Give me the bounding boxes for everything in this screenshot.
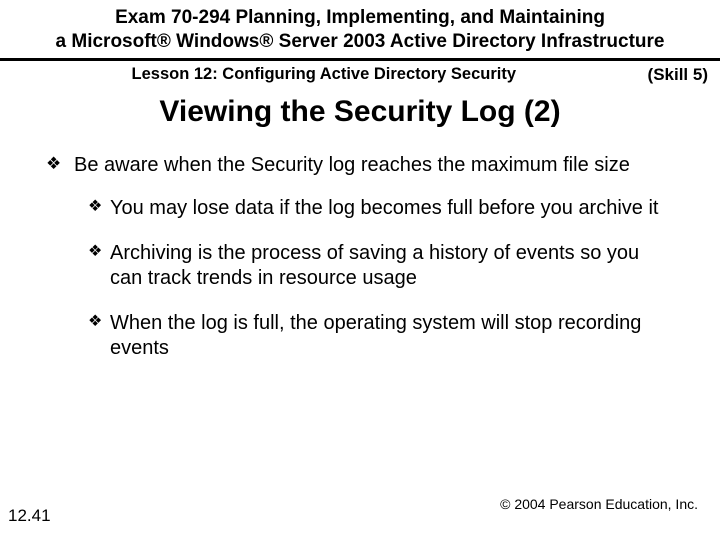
page-number: 12.41 [8, 506, 51, 526]
bullet-sub1: ❖ You may lose data if the log becomes f… [88, 196, 674, 221]
slide: Exam 70-294 Planning, Implementing, and … [0, 0, 720, 540]
skill-label: (Skill 5) [648, 65, 708, 85]
bullet-sub2: ❖ Archiving is the process of saving a h… [88, 241, 674, 291]
bullet-main: ❖ Be aware when the Security log reaches… [46, 153, 674, 178]
bullet-main-text: Be aware when the Security log reaches t… [74, 154, 630, 176]
bullet-sub2-text: Archiving is the process of saving a his… [110, 242, 639, 289]
slide-title: Viewing the Security Log (2) [0, 95, 720, 129]
bullet-sub3: ❖ When the log is full, the operating sy… [88, 311, 674, 361]
subheader-row: Lesson 12: Configuring Active Directory … [0, 61, 720, 89]
copyright-text: © 2004 Pearson Education, Inc. [500, 496, 698, 512]
content-area: ❖ Be aware when the Security log reaches… [0, 129, 720, 361]
diamond-bullet-icon: ❖ [88, 242, 102, 262]
header-line2: a Microsoft® Windows® Server 2003 Active… [20, 30, 700, 54]
bullet-sub1-text: You may lose data if the log becomes ful… [110, 197, 658, 219]
diamond-bullet-icon: ❖ [46, 153, 61, 174]
course-header: Exam 70-294 Planning, Implementing, and … [0, 0, 720, 61]
sub-bullets: ❖ You may lose data if the log becomes f… [46, 196, 674, 361]
diamond-bullet-icon: ❖ [88, 312, 102, 332]
header-line1: Exam 70-294 Planning, Implementing, and … [20, 6, 700, 30]
diamond-bullet-icon: ❖ [88, 197, 102, 217]
bullet-sub3-text: When the log is full, the operating syst… [110, 312, 641, 359]
lesson-label: Lesson 12: Configuring Active Directory … [0, 65, 648, 84]
